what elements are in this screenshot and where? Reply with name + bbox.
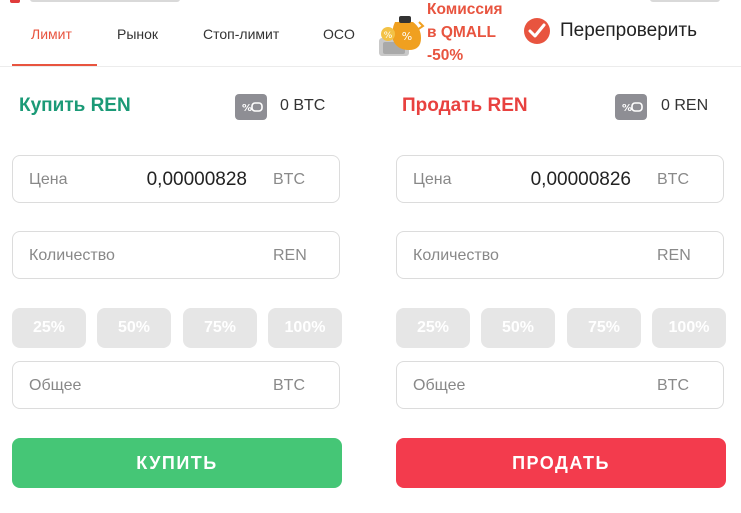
sell-title: Продать REN: [402, 95, 528, 116]
checkbox-checked-icon[interactable]: [524, 18, 550, 44]
buy-balance: 0 BTC: [280, 97, 326, 114]
sell-pct-75-button[interactable]: 75%: [567, 308, 641, 348]
buy-total-unit: BTC: [273, 377, 305, 394]
tabs-divider: [0, 66, 741, 67]
buy-amount-label: Количество: [29, 247, 115, 264]
tab-oco[interactable]: OCO: [323, 26, 355, 42]
buy-price-value[interactable]: 0,00000828: [147, 169, 247, 191]
buy-price-unit: BTC: [273, 171, 305, 188]
svg-text:%: %: [622, 103, 632, 114]
sell-pct-50-button[interactable]: 50%: [481, 308, 555, 348]
tab-limit[interactable]: Лимит: [31, 26, 72, 42]
buy-total-label: Общее: [29, 377, 82, 394]
tab-market[interactable]: Рынок: [117, 26, 158, 42]
buy-pct-100-button[interactable]: 100%: [268, 308, 342, 348]
sell-total-label: Общее: [413, 377, 466, 394]
tab-stop-limit[interactable]: Стоп-лимит: [203, 26, 279, 42]
svg-text:%: %: [402, 30, 412, 43]
sell-amount-label: Количество: [413, 247, 499, 264]
sell-price-unit: BTC: [657, 171, 689, 188]
sell-button[interactable]: ПРОДАТЬ: [396, 438, 726, 488]
sell-pct-100-button[interactable]: 100%: [652, 308, 726, 348]
buy-amount-unit: REN: [273, 247, 307, 264]
sell-total-unit: BTC: [657, 377, 689, 394]
svg-text:%: %: [384, 31, 393, 41]
recheck-label: Перепроверить: [560, 20, 698, 41]
sell-price-field[interactable]: Цена 0,00000826 BTC: [396, 155, 724, 203]
buy-pct-50-button[interactable]: 50%: [97, 308, 171, 348]
sell-balance: 0 REN: [661, 97, 709, 114]
promo-line-3: -50%: [427, 47, 464, 64]
buy-pct-25-button[interactable]: 25%: [12, 308, 86, 348]
sell-total-field[interactable]: Общее BTC: [396, 361, 724, 409]
sell-amount-unit: REN: [657, 247, 691, 264]
svg-text:%: %: [242, 103, 252, 114]
promo-text: Комиссия в QMALL -50%: [427, 0, 503, 67]
sell-pct-25-button[interactable]: 25%: [396, 308, 470, 348]
promo-line-2: в QMALL: [427, 24, 496, 41]
buy-price-field[interactable]: Цена 0,00000828 BTC: [12, 155, 340, 203]
buy-button[interactable]: КУПИТЬ: [12, 438, 342, 488]
buy-title: Купить REN: [19, 95, 131, 116]
promo-banner[interactable]: % % Комиссия в QMALL -50%: [375, 0, 520, 68]
sell-price-value[interactable]: 0,00000826: [531, 169, 631, 191]
wallet-icon[interactable]: %: [615, 94, 647, 120]
buy-price-label: Цена: [29, 171, 68, 188]
buy-total-field[interactable]: Общее BTC: [12, 361, 340, 409]
sell-price-label: Цена: [413, 171, 452, 188]
buy-amount-field[interactable]: Количество REN: [12, 231, 340, 279]
wallet-icon[interactable]: %: [235, 94, 267, 120]
sell-amount-field[interactable]: Количество REN: [396, 231, 724, 279]
buy-pct-75-button[interactable]: 75%: [183, 308, 257, 348]
recheck-toggle[interactable]: Перепроверить: [524, 16, 697, 46]
money-bag-icon: % %: [379, 16, 425, 56]
promo-line-1: Комиссия: [427, 1, 503, 18]
